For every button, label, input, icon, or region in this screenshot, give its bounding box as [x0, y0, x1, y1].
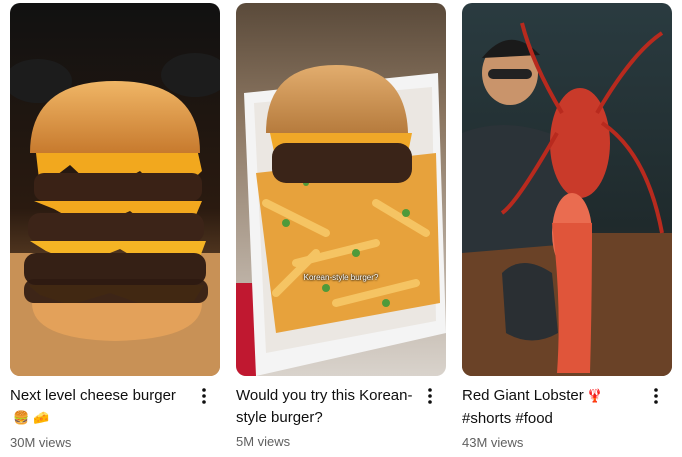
short-thumbnail-cheeseburger[interactable]	[10, 3, 220, 376]
short-title[interactable]: Red Giant Lobster 🦞 #shorts #food	[462, 385, 646, 430]
emoji-lobster: 🦞	[586, 389, 603, 404]
short-card[interactable]: Korean-style burger? Would you try this …	[236, 3, 446, 451]
more-vert-icon[interactable]	[194, 386, 214, 406]
short-meta: Next level cheese burger🍔 🧀 30M views	[10, 385, 220, 452]
lobster-image	[462, 3, 672, 376]
short-meta: Red Giant Lobster 🦞 #shorts #food 43M view…	[462, 385, 672, 452]
more-vert-icon[interactable]	[646, 386, 666, 406]
short-card[interactable]: Next level cheese burger🍔 🧀 30M views	[10, 3, 220, 452]
cheeseburger-image	[10, 3, 220, 376]
short-thumbnail-korean-burger[interactable]: Korean-style burger?	[236, 3, 446, 376]
short-card[interactable]: Red Giant Lobster 🦞 #shorts #food 43M view…	[462, 3, 672, 452]
view-count: 5M views	[236, 434, 291, 449]
emoji-burger-cheese: 🍔 🧀	[13, 411, 50, 426]
short-title[interactable]: Would you try this Korean-style burger?	[236, 385, 420, 429]
shorts-grid: Next level cheese burger🍔 🧀 30M views Ko…	[0, 0, 682, 457]
view-count: 43M views	[462, 435, 524, 450]
view-count: 30M views	[10, 435, 72, 450]
short-title[interactable]: Next level cheese burger🍔 🧀	[10, 385, 194, 430]
video-caption-overlay: Korean-style burger?	[303, 273, 379, 282]
short-title-hashtags: #shorts #food	[462, 410, 553, 427]
short-thumbnail-lobster[interactable]	[462, 3, 672, 376]
korean-burger-image	[236, 3, 446, 376]
more-vert-icon[interactable]	[420, 386, 440, 406]
short-meta: Would you try this Korean-style burger? …	[236, 385, 446, 451]
